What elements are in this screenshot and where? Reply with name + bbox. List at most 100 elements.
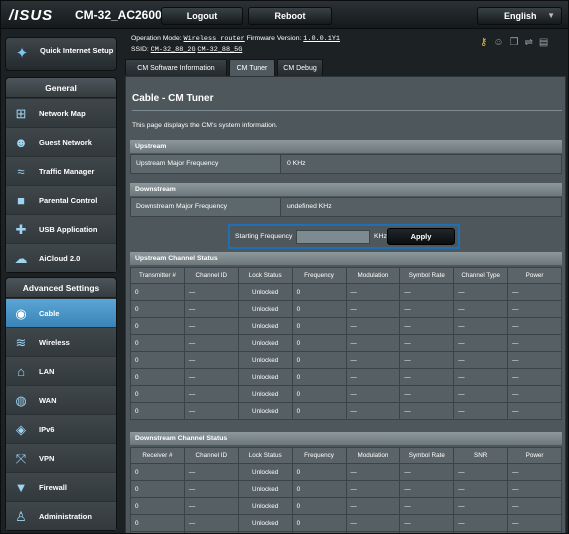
table-cell: — <box>507 385 562 403</box>
sidebar-item-traffic-manager[interactable]: ≈ Traffic Manager <box>6 156 116 185</box>
sidebar-item-firewall[interactable]: ▼ Firewall <box>6 472 116 501</box>
table-cell: 0 <box>130 497 185 515</box>
table-cell: — <box>507 497 562 515</box>
operation-mode-label: Operation Mode: <box>131 35 182 42</box>
table-cell: — <box>183 463 239 481</box>
table-cell: — <box>507 283 562 301</box>
table-cell: — <box>399 385 455 403</box>
table-cell: — <box>507 368 562 386</box>
chevron-down-icon: ▼ <box>547 11 555 20</box>
sidebar-item-aicloud-2-0[interactable]: ☁ AiCloud 2.0 <box>6 243 116 272</box>
general-header: General <box>6 78 116 98</box>
ssid-5g-link[interactable]: CM-32_88_5G <box>197 46 242 54</box>
table-cell: 0 <box>130 317 185 335</box>
sidebar-item-lan[interactable]: ⌂ LAN <box>6 356 116 385</box>
table-cell: — <box>183 334 239 352</box>
table-cell: — <box>183 300 239 318</box>
printer-icon[interactable]: ▤ <box>539 37 554 48</box>
table-cell: — <box>507 463 562 481</box>
table-cell: — <box>507 514 562 532</box>
sidebar-item-parental-control[interactable]: ■ Parental Control <box>6 185 116 214</box>
table-cell: 0 <box>291 368 347 386</box>
upstream-channel-status-header: Upstream Channel Status <box>130 252 562 265</box>
table-cell: — <box>183 368 239 386</box>
sidebar-item-guest-network[interactable]: ☻ Guest Network <box>6 127 116 156</box>
sidebar-item-label: USB Application <box>39 225 98 234</box>
sidebar-item-network-map[interactable]: ⊞ Network Map <box>6 98 116 127</box>
operation-mode-link[interactable]: Wireless router <box>184 35 245 43</box>
apply-button[interactable]: Apply <box>387 228 455 245</box>
table-row: 0—Unlocked0———— <box>130 351 562 369</box>
ssid-2g-link[interactable]: CM-32_88_2G <box>151 46 196 54</box>
warning-key-icon[interactable]: ⚷ <box>480 37 493 48</box>
table-cell: — <box>507 402 562 420</box>
vpn-icon: ⤧ <box>15 451 27 466</box>
sidebar: ✦ Quick Internet Setup General ⊞ Network … <box>5 31 117 533</box>
sidebar-item-label: Traffic Manager <box>39 167 95 176</box>
table-cell: — <box>183 497 239 515</box>
table-row: 0—Unlocked0———— <box>130 385 562 403</box>
quick-internet-setup-button[interactable]: ✦ Quick Internet Setup <box>5 37 117 71</box>
usb-icon[interactable]: ⇌ <box>525 37 539 48</box>
sidebar-item-vpn[interactable]: ⤧ VPN <box>6 443 116 472</box>
column-header: Modulation <box>345 267 401 284</box>
column-header: Symbol Rate <box>399 447 455 464</box>
sidebar-item-label: Parental Control <box>39 196 98 205</box>
table-cell: Unlocked <box>237 402 293 420</box>
tab-cm-software-information[interactable]: CM Software Information <box>125 59 227 76</box>
tab-cm-tuner[interactable]: CM Tuner <box>229 59 275 76</box>
table-cell: 0 <box>291 300 347 318</box>
table-cell: Unlocked <box>237 368 293 386</box>
upstream-frequency-label: Upstream Major Frequency <box>131 155 281 173</box>
advanced-settings-section: Advanced Settings ◉ Cable ≋ Wireless ⌂ LAN ◍ WA… <box>5 277 117 531</box>
table-cell: 0 <box>130 480 185 498</box>
sidebar-item-wireless[interactable]: ≋ Wireless <box>6 327 116 356</box>
reboot-button[interactable]: Reboot <box>248 7 332 25</box>
firmware-version-link[interactable]: 1.0.0.1Y1 <box>303 35 340 43</box>
table-cell: — <box>453 351 509 369</box>
column-header: Lock Status <box>237 267 293 284</box>
logout-button[interactable]: Logout <box>161 7 243 25</box>
downstream-channel-table: Receiver # Channel ID Lock Status Frequency… <box>130 447 562 533</box>
table-cell: 0 <box>291 317 347 335</box>
column-header: Frequency <box>291 267 347 284</box>
downstream-section-header: Downstream <box>130 183 562 196</box>
starting-frequency-input[interactable] <box>296 230 370 244</box>
table-cell: Unlocked <box>237 480 293 498</box>
table-cell: Unlocked <box>237 463 293 481</box>
sidebar-item-cable[interactable]: ◉ Cable <box>6 298 116 327</box>
sidebar-item-label: AiCloud 2.0 <box>39 254 81 263</box>
language-select[interactable]: English ▼ <box>477 7 562 25</box>
downstream-channel-status-header: Downstream Channel Status <box>130 432 562 445</box>
upstream-channel-table: Transmitter # Channel ID Lock Status Freque… <box>130 267 562 420</box>
table-row: 0—Unlocked0———— <box>130 300 562 318</box>
sidebar-item-usb-application[interactable]: ✚ USB Application <box>6 214 116 243</box>
table-cell: — <box>183 351 239 369</box>
column-header: Modulation <box>345 447 401 464</box>
table-row: 0—Unlocked0———— <box>130 463 562 481</box>
page-title: Cable - CM Tuner <box>132 93 214 104</box>
home-icon: ⌂ <box>17 364 25 379</box>
table-cell: — <box>399 283 455 301</box>
column-header: Power <box>507 267 562 284</box>
cloud-icon: ☁ <box>14 251 28 266</box>
ssid-label: SSID: <box>131 46 149 53</box>
table-cell: — <box>453 514 509 532</box>
language-value: English <box>504 11 537 21</box>
frequency-unit: KHz <box>374 233 387 240</box>
title-divider <box>132 110 562 111</box>
table-cell: 0 <box>130 385 185 403</box>
sidebar-item-ipv6[interactable]: ◈ IPv6 <box>6 414 116 443</box>
sidebar-item-administration[interactable]: ♙ Administration <box>6 501 116 530</box>
table-row: 0—Unlocked0———— <box>130 514 562 532</box>
table-cell: 0 <box>291 463 347 481</box>
globe-icon: ◍ <box>15 393 27 408</box>
sidebar-item-label: Cable <box>39 309 60 318</box>
table-cell: — <box>345 463 401 481</box>
copy-icon[interactable]: ❐ <box>510 37 525 48</box>
sidebar-item-wan[interactable]: ◍ WAN <box>6 385 116 414</box>
table-cell: 0 <box>130 334 185 352</box>
table-cell: — <box>507 317 562 335</box>
tab-cm-debug[interactable]: CM Debug <box>277 59 323 76</box>
people-icon[interactable]: ☺ <box>493 37 509 48</box>
